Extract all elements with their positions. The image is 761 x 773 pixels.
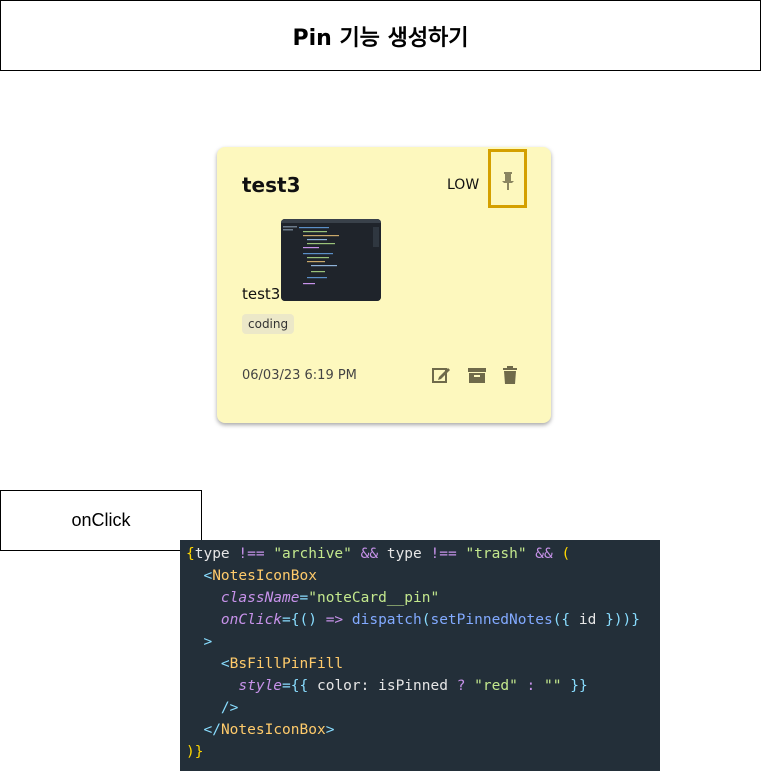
- note-body: test3: [242, 285, 281, 303]
- code-line-6: <BsFillPinFill: [220, 656, 344, 672]
- page-title: Pin 기능 생성하기: [292, 25, 469, 51]
- archive-icon[interactable]: [467, 365, 487, 385]
- note-card[interactable]: test3 LOW test3 coding 06/03/23 6:19 PM: [217, 147, 551, 423]
- code-line-7: style={{ color: isPinned ? "red" : "" }}: [238, 678, 588, 694]
- page-title-box: Pin 기능 생성하기: [0, 0, 761, 71]
- trash-icon[interactable]: [500, 365, 520, 385]
- code-snippet: {type !== "archive" && type !== "trash" …: [180, 540, 660, 771]
- code-line-2: <NotesIconBox: [203, 568, 317, 584]
- priority-label: LOW: [447, 177, 480, 193]
- edit-icon[interactable]: [431, 365, 451, 385]
- note-title: test3: [242, 173, 301, 197]
- note-tag: coding: [242, 314, 295, 334]
- code-line-9: </NotesIconBox>: [203, 722, 335, 738]
- onclick-label: onClick: [71, 510, 131, 530]
- code-line-1: {type !== "archive" && type !== "trash" …: [186, 546, 571, 562]
- note-image: [281, 219, 381, 301]
- code-line-4: onClick={() => dispatch(setPinnedNotes({…: [220, 612, 641, 628]
- pin-highlight-box: [488, 149, 527, 208]
- code-line-8: />: [220, 700, 239, 716]
- pin-icon[interactable]: [501, 172, 515, 190]
- code-line-10: )}: [186, 744, 204, 760]
- code-line-3: className="noteCard__pin": [220, 590, 440, 606]
- note-date: 06/03/23 6:19 PM: [242, 368, 357, 383]
- code-line-5: >: [203, 634, 213, 650]
- onclick-label-box: onClick: [0, 490, 202, 551]
